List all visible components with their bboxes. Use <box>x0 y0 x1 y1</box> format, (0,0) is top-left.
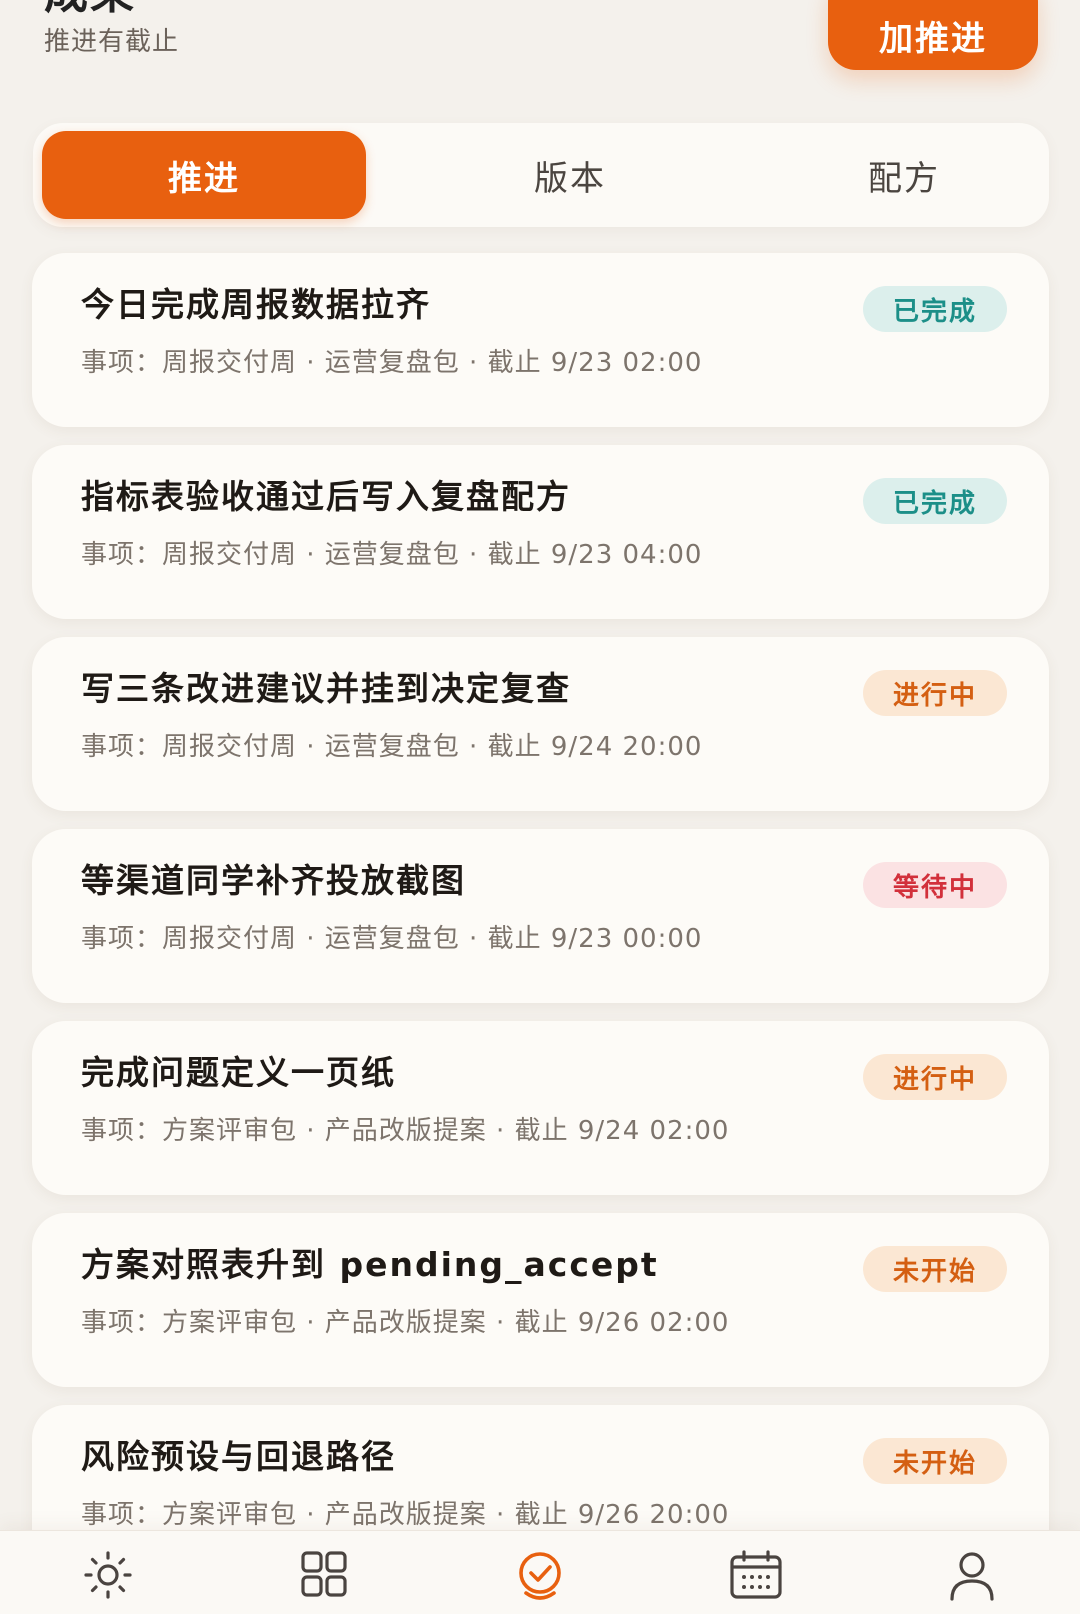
task-card[interactable]: 指标表验收通过后写入复盘配方 事项：周报交付周 · 运营复盘包 · 截止 9/2… <box>32 445 1049 619</box>
task-title: 完成问题定义一页纸 <box>81 1053 396 1092</box>
calendar-icon <box>730 1550 782 1599</box>
add-push-button[interactable]: 加推进 <box>828 0 1038 70</box>
task-meta: 事项：周报交付周 · 运营复盘包 · 截止 9/23 04:00 <box>81 540 703 570</box>
nav-item-results[interactable] <box>432 1531 648 1614</box>
status-badge: 未开始 <box>863 1246 1007 1292</box>
task-meta: 事项：周报交付周 · 运营复盘包 · 截止 9/23 00:00 <box>81 924 703 954</box>
status-badge: 进行中 <box>863 670 1007 716</box>
task-title: 指标表验收通过后写入复盘配方 <box>81 477 571 516</box>
task-meta: 事项：方案评审包 · 产品改版提案 · 截止 9/26 20:00 <box>81 1500 730 1530</box>
grid-icon <box>301 1551 347 1597</box>
task-title: 等渠道同学补齐投放截图 <box>81 861 466 900</box>
segmented-tabs: 推进 版本 配方 <box>33 123 1049 227</box>
nav-item-profile[interactable] <box>864 1531 1080 1614</box>
tab-recipe[interactable]: 配方 <box>742 131 1066 219</box>
task-meta: 事项：周报交付周 · 运营复盘包 · 截止 9/23 02:00 <box>81 348 703 378</box>
page-title: 成果 <box>44 0 136 20</box>
task-title: 今日完成周报数据拉齐 <box>81 285 431 324</box>
task-list: 今日完成周报数据拉齐 事项：周报交付周 · 运营复盘包 · 截止 9/23 02… <box>32 253 1049 1597</box>
task-meta: 事项：方案评审包 · 产品改版提案 · 截止 9/24 02:00 <box>81 1116 730 1146</box>
status-badge: 进行中 <box>863 1054 1007 1100</box>
task-card[interactable]: 完成问题定义一页纸 事项：方案评审包 · 产品改版提案 · 截止 9/24 02… <box>32 1021 1049 1195</box>
task-title: 方案对照表升到 pending_accept <box>81 1245 659 1284</box>
task-card[interactable]: 今日完成周报数据拉齐 事项：周报交付周 · 运营复盘包 · 截止 9/23 02… <box>32 253 1049 427</box>
task-title: 写三条改进建议并挂到决定复查 <box>81 669 571 708</box>
tab-version[interactable]: 版本 <box>408 131 732 219</box>
task-card[interactable]: 等渠道同学补齐投放截图 事项：周报交付周 · 运营复盘包 · 截止 9/23 0… <box>32 829 1049 1003</box>
sun-icon <box>84 1551 132 1599</box>
page-header: 成果 推进有截止 加推进 <box>0 0 1080 110</box>
bottom-nav <box>0 1530 1080 1614</box>
task-card[interactable]: 写三条改进建议并挂到决定复查 事项：周报交付周 · 运营复盘包 · 截止 9/2… <box>32 637 1049 811</box>
task-card[interactable]: 方案对照表升到 pending_accept 事项：方案评审包 · 产品改版提案… <box>32 1213 1049 1387</box>
check-badge-icon <box>519 1552 561 1600</box>
nav-item-today[interactable] <box>0 1531 216 1614</box>
task-meta: 事项：周报交付周 · 运营复盘包 · 截止 9/24 20:00 <box>81 732 703 762</box>
tab-push[interactable]: 推进 <box>42 131 366 219</box>
status-badge: 未开始 <box>863 1438 1007 1484</box>
task-title: 风险预设与回退路径 <box>81 1437 396 1476</box>
status-badge: 已完成 <box>863 286 1007 332</box>
status-badge: 等待中 <box>863 862 1007 908</box>
user-icon <box>950 1552 994 1601</box>
nav-item-board[interactable] <box>216 1531 432 1614</box>
task-meta: 事项：方案评审包 · 产品改版提案 · 截止 9/26 02:00 <box>81 1308 730 1338</box>
status-badge: 已完成 <box>863 478 1007 524</box>
nav-item-calendar[interactable] <box>648 1531 864 1614</box>
page-subtitle: 推进有截止 <box>44 27 180 57</box>
